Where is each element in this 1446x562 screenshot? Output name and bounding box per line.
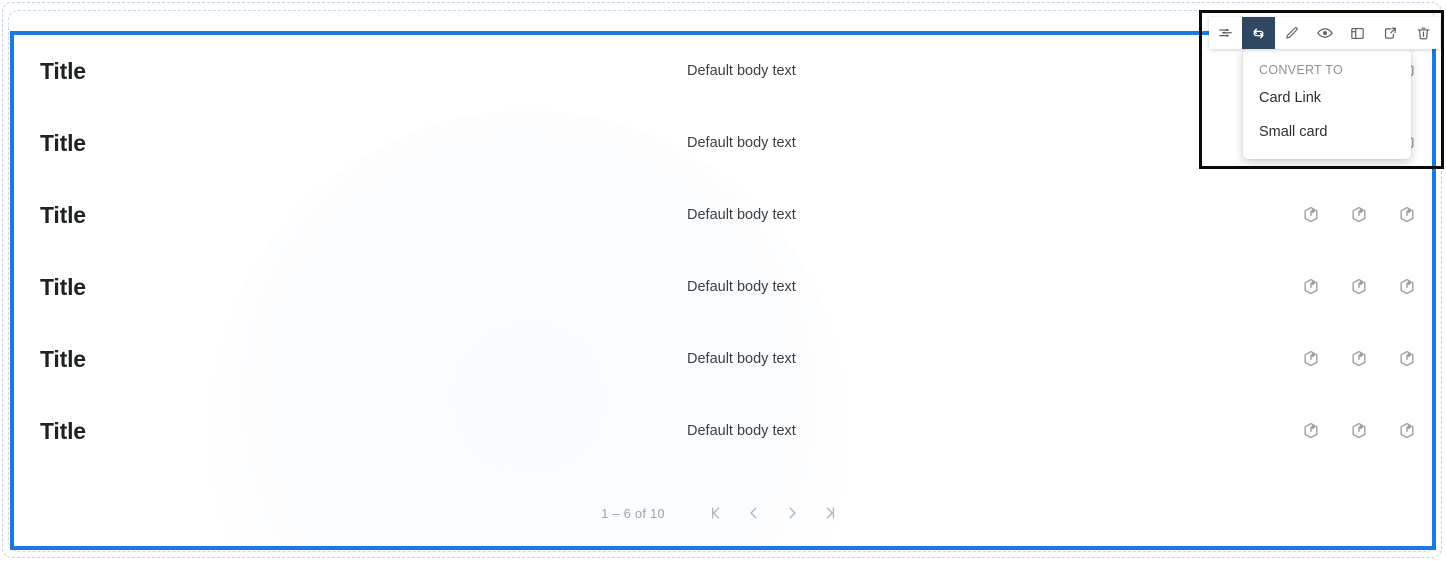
list-item[interactable]: Title Default body text xyxy=(14,179,1432,251)
list-item-body: Default body text xyxy=(687,207,796,223)
share-icon[interactable] xyxy=(1396,204,1418,226)
pencil-edit-icon[interactable] xyxy=(1275,17,1308,49)
pagination: 1 – 6 of 10 xyxy=(14,498,1432,528)
list-item-body: Default body text xyxy=(687,423,796,439)
first-page-icon[interactable] xyxy=(701,498,731,528)
share-icon[interactable] xyxy=(1300,420,1322,442)
share-icon[interactable] xyxy=(1300,276,1322,298)
last-page-icon[interactable] xyxy=(815,498,845,528)
convert-to-menu-header: CONVERT TO xyxy=(1259,63,1344,77)
share-icon[interactable] xyxy=(1348,276,1370,298)
list-item-body: Default body text xyxy=(687,351,796,367)
card-list: Title Default body text Title Default bo… xyxy=(14,35,1432,467)
list-item-title: Title xyxy=(40,129,86,156)
list-item-title: Title xyxy=(40,273,86,300)
list-item-actions xyxy=(1300,348,1418,370)
eye-preview-icon[interactable] xyxy=(1308,17,1341,49)
share-icon[interactable] xyxy=(1348,348,1370,370)
list-item[interactable]: Title Default body text xyxy=(14,395,1432,467)
list-item[interactable]: Title Default body text xyxy=(14,107,1432,179)
next-page-icon[interactable] xyxy=(777,498,807,528)
list-item-actions xyxy=(1300,204,1418,226)
screen-root: Title Default body text Title Default bo… xyxy=(0,0,1446,562)
trash-delete-icon[interactable] xyxy=(1407,17,1440,49)
pagination-range-label: 1 – 6 of 10 xyxy=(601,505,665,521)
list-item-actions xyxy=(1300,420,1418,442)
list-item[interactable]: Title Default body text xyxy=(14,323,1432,395)
list-item-body: Default body text xyxy=(687,279,796,295)
list-item-actions xyxy=(1300,276,1418,298)
share-icon[interactable] xyxy=(1396,348,1418,370)
share-icon[interactable] xyxy=(1348,420,1370,442)
list-item-title: Title xyxy=(40,417,86,444)
convert-to-menu: CONVERT TO Card Link Small card xyxy=(1243,49,1411,159)
previous-page-icon[interactable] xyxy=(739,498,769,528)
share-icon[interactable] xyxy=(1348,204,1370,226)
block-toolbar xyxy=(1209,17,1440,49)
settings-sliders-icon[interactable] xyxy=(1209,17,1242,49)
list-item-title: Title xyxy=(40,57,86,84)
share-icon[interactable] xyxy=(1396,420,1418,442)
list-item-body: Default body text xyxy=(687,135,796,151)
list-item-body: Default body text xyxy=(687,63,796,79)
layout-panel-icon[interactable] xyxy=(1341,17,1374,49)
list-item-title: Title xyxy=(40,345,86,372)
list-item-title: Title xyxy=(40,201,86,228)
menu-item-small-card[interactable]: Small card xyxy=(1243,115,1411,149)
move-copy-icon[interactable] xyxy=(1374,17,1407,49)
selected-list-component[interactable]: Title Default body text Title Default bo… xyxy=(10,31,1436,550)
share-icon[interactable] xyxy=(1396,276,1418,298)
convert-swap-icon[interactable] xyxy=(1242,17,1275,49)
list-item[interactable]: Title Default body text xyxy=(14,251,1432,323)
share-icon[interactable] xyxy=(1300,348,1322,370)
share-icon[interactable] xyxy=(1300,204,1322,226)
menu-item-card-link[interactable]: Card Link xyxy=(1243,81,1411,115)
